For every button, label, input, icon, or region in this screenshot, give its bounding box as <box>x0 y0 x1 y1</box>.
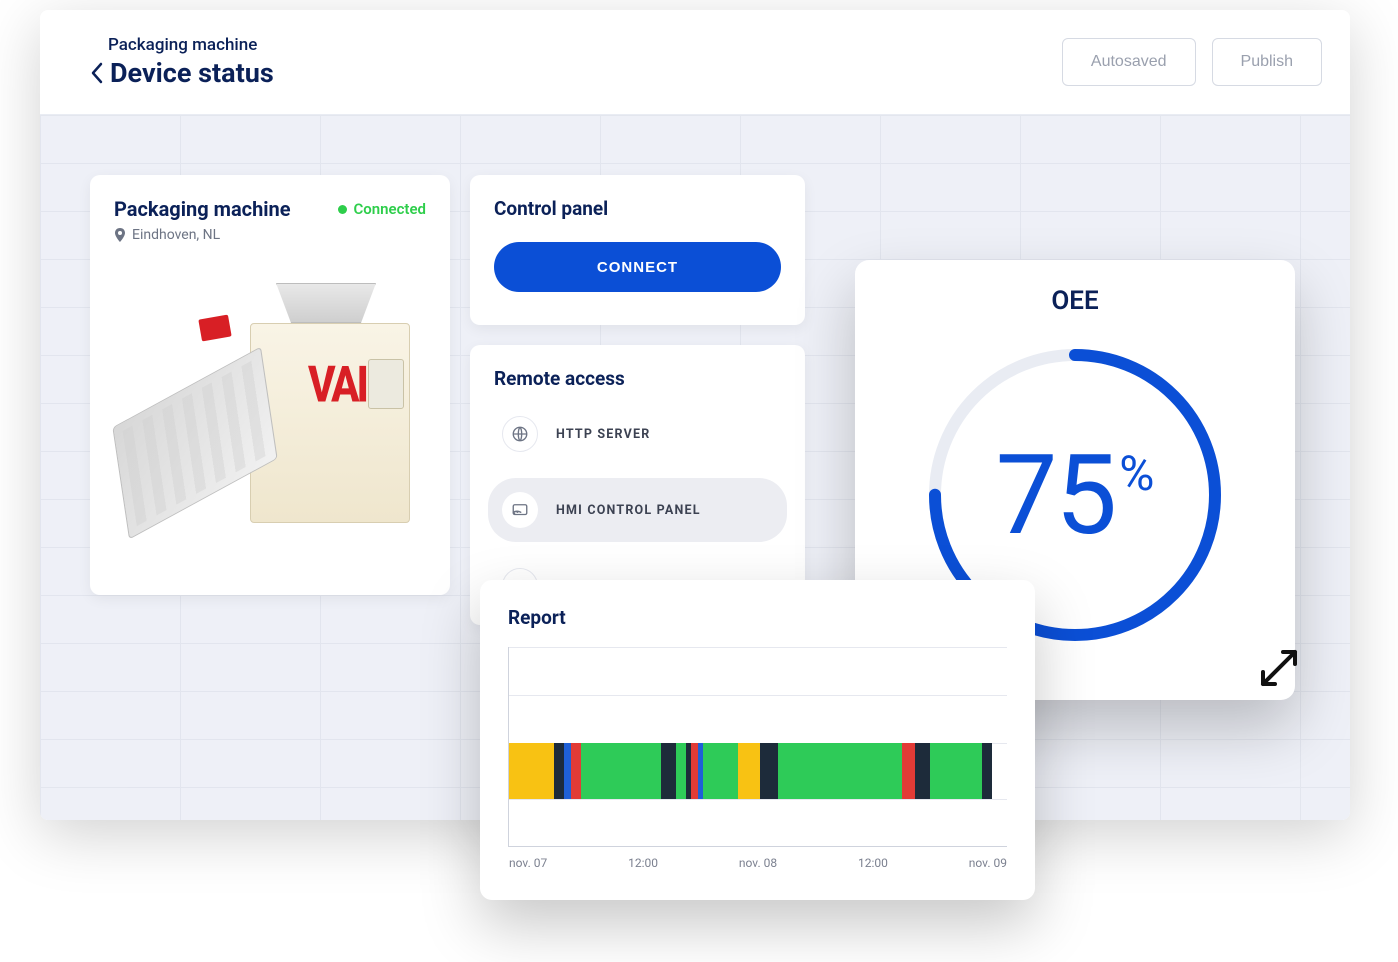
timeline-segment <box>581 743 661 799</box>
remote-access-item-hmi-control-panel[interactable]: HMI CONTROL PANEL <box>488 478 787 542</box>
autosaved-button[interactable]: Autosaved <box>1062 38 1196 86</box>
oee-unit: % <box>1119 445 1154 502</box>
location-pin-icon <box>114 228 126 242</box>
device-status: Connected <box>338 200 426 218</box>
device-card[interactable]: Packaging machine Connected Eindhoven, N… <box>90 175 450 595</box>
device-status-label: Connected <box>353 200 426 218</box>
timeline-segment <box>564 743 571 799</box>
timeline-segment <box>691 743 698 799</box>
remote-access-item-label: HTTP SERVER <box>556 427 650 442</box>
device-name: Packaging machine <box>114 197 291 221</box>
breadcrumb[interactable]: Packaging machine <box>108 35 274 55</box>
oee-value: 75 <box>996 431 1116 560</box>
remote-access-item-http-server[interactable]: HTTP SERVER <box>488 402 787 466</box>
x-tick-label: nov. 08 <box>739 856 777 870</box>
resize-handle-icon[interactable] <box>1255 644 1303 692</box>
timeline-segment <box>509 743 554 799</box>
timeline-segment <box>571 743 581 799</box>
timeline-segment <box>703 743 738 799</box>
timeline-segment <box>982 743 992 799</box>
publish-button[interactable]: Publish <box>1212 38 1322 86</box>
timeline-segment <box>760 743 777 799</box>
timeline-segment <box>738 743 760 799</box>
timeline-segment <box>778 743 903 799</box>
remote-access-item-label: HMI CONTROL PANEL <box>556 503 701 518</box>
device-brand-logo: VAI <box>308 356 366 415</box>
timeline-segment <box>676 743 686 799</box>
page-title: Device status <box>110 57 274 89</box>
x-tick-label: nov. 07 <box>509 856 547 870</box>
cast-icon <box>502 492 538 528</box>
timeline-segment <box>902 743 914 799</box>
panel-header: Packaging machine Device status Autosave… <box>40 10 1350 115</box>
connect-button[interactable]: CONNECT <box>494 242 781 292</box>
status-dot-icon <box>338 205 347 214</box>
timeline-segment <box>554 743 564 799</box>
back-chevron-icon[interactable] <box>90 62 104 84</box>
device-location-text: Eindhoven, NL <box>132 227 220 243</box>
oee-title: OEE <box>1051 286 1098 316</box>
globe-icon <box>502 416 538 452</box>
device-location: Eindhoven, NL <box>114 227 426 243</box>
x-tick-label: 12:00 <box>858 856 888 870</box>
remote-access-title: Remote access <box>488 367 787 390</box>
report-card[interactable]: Report nov. 0712:00nov. 0812:00nov. 09 <box>480 580 1035 900</box>
timeline-segment <box>930 743 982 799</box>
timeline-segment <box>661 743 676 799</box>
control-panel-card[interactable]: Control panel CONNECT <box>470 175 805 325</box>
x-tick-label: nov. 09 <box>969 856 1007 870</box>
device-image: VAI <box>114 273 426 553</box>
report-timeline-chart: nov. 0712:00nov. 0812:00nov. 09 <box>508 647 1007 847</box>
control-panel-title: Control panel <box>494 197 781 220</box>
x-tick-label: 12:00 <box>628 856 658 870</box>
report-title: Report <box>508 606 1007 629</box>
timeline-segment <box>915 743 930 799</box>
